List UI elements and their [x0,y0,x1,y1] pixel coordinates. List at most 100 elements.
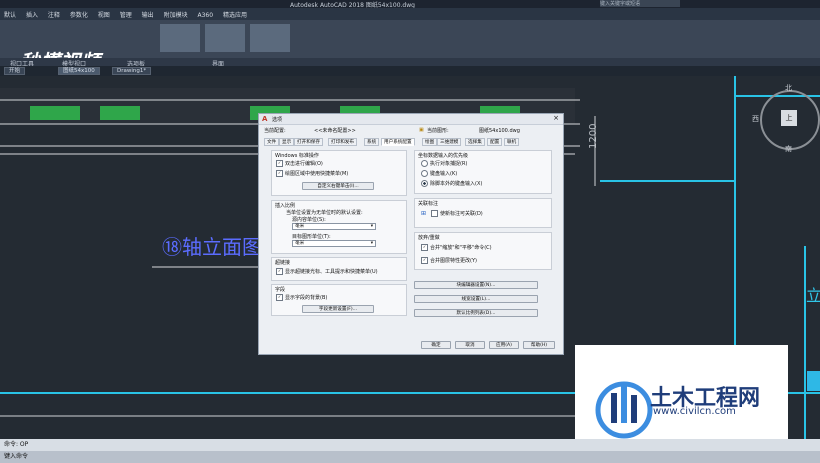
tab-selection[interactable]: 选择集 [465,138,485,146]
menu-item-output[interactable]: 输出 [142,10,154,19]
priority-group: 坐标数据输入的优先级 执行对象捕捉(R) 键盘输入(K) 除脚本外的键盘输入(X… [414,150,552,194]
menu-item-featured[interactable]: 精选应用 [223,10,247,19]
default-scale-list-button[interactable]: 默认比例列表(D)... [414,309,538,317]
current-profile-value: <<未命名配置>> [314,128,356,134]
hyperlink-title: 超链接 [275,260,291,266]
current-drawing-value: 图纸54x100.dwg [479,128,520,134]
dialog-title: 选项 [272,117,283,123]
compass-south: 南 [785,145,792,153]
assoc-dim-title: 关联标注 [418,201,439,207]
tab-3d-modeling[interactable]: 三维建模 [437,138,462,146]
side-label: 立 [806,286,820,305]
target-units-value: 毫米 [295,241,305,246]
custom-right-click-button[interactable]: 自定义右键单击(I)... [302,182,374,190]
priority-option-keyboard-except-scripts[interactable]: 除脚本外的键盘输入(X) [421,180,482,187]
dialog-title-bar: A 选项 × [259,114,563,125]
menu-item-view[interactable]: 视图 [98,10,110,19]
file-tab-drawing1[interactable]: Drawing1* [112,67,152,75]
axis-elevation-title: ⑱轴立面图 [162,235,262,259]
dblclick-edit-label: 双击进行编辑(O) [285,161,323,167]
shortcut-menu-label: 绘图区域中使用快捷菜单(M) [285,171,349,177]
viewcube-top[interactable]: 上 [781,110,797,126]
menu-item-annotate[interactable]: 注释 [48,10,60,19]
dblclick-edit-checkbox[interactable]: ✓ 双击进行编辑(O) [276,160,323,167]
priority-option-osnap-label: 执行对象捕捉(R) [430,161,468,167]
current-drawing-label: 当前图形: [427,128,449,134]
menu-item-addins[interactable]: 附加模块 [164,10,188,19]
lineweight-settings-button[interactable]: 线宽设置(L)... [414,295,538,303]
command-input[interactable]: 键入命令 [0,451,820,463]
priority-option-keyboard-except-scripts-label: 除脚本外的键盘输入(X) [430,181,483,187]
ribbon: 秒懂视频 [0,20,820,74]
insert-scale-desc: 当单位设置为无单位时的默认设置: [286,210,363,216]
compass-north: 北 [785,84,792,92]
tab-profiles[interactable]: 配置 [487,138,503,146]
windows-standard-group: Windows 标准操作 ✓ 双击进行编辑(O) ✓ 绘图区域中使用快捷菜单(M) … [271,150,407,196]
insert-scale-group: 插入比例 当单位设置为无单位时的默认设置: 源内容单位(S): 毫米 ▾ 目标图形… [271,200,407,254]
assoc-dim-label: 使新标注可关联(D) [440,211,483,217]
field-background-checkbox[interactable]: ✓ 显示字段的背景(B) [276,294,327,301]
file-tab-start[interactable]: 开始 [4,67,26,75]
priority-option-osnap[interactable]: 执行对象捕捉(R) [421,160,467,167]
ribbon-group-labels: 视口工具 模型视口 选项板 界面 [0,58,820,68]
dimension-icon: ⊞ [421,210,427,217]
priority-option-keyboard[interactable]: 键盘输入(K) [421,170,457,177]
drawing-file-icon: ▣ [419,127,424,133]
insert-scale-title: 插入比例 [275,203,296,209]
menu-item-insert[interactable]: 插入 [26,10,38,19]
field-background-label: 显示字段的背景(B) [285,295,328,301]
ribbon-button-interface[interactable] [250,24,290,52]
title-bar: Autodesk AutoCAD 2018 图纸54x100.dwg 键入关键字… [0,0,820,9]
help-button[interactable]: 帮助(H) [523,341,555,349]
tab-drafting[interactable]: 绘图 [422,138,438,146]
tab-open-save[interactable]: 打开和保存 [294,138,323,146]
tab-user-preferences[interactable]: 用户系统配置 [381,138,415,146]
command-history: 命令: OP [0,439,820,451]
field-group: 字段 ✓ 显示字段的背景(B) 字段更新设置(F)... [271,284,407,316]
hyperlink-group: 超链接 ✓ 显示超链接光标、工具提示和快捷菜单(U) [271,257,407,281]
apply-button[interactable]: 应用(A) [489,341,519,349]
tab-files[interactable]: 文件 [264,138,280,146]
source-units-select[interactable]: 毫米 ▾ [292,223,376,230]
field-update-button[interactable]: 字段更新设置(F)... [302,305,374,313]
compass-west: 西 [752,115,759,123]
target-units-select[interactable]: 毫米 ▾ [292,240,376,247]
tab-display[interactable]: 显示 [279,138,295,146]
undo-title: 放弃/重做 [418,235,440,241]
menu-item-a360[interactable]: A360 [198,12,214,19]
block-editor-settings-button[interactable]: 块编辑器设置(N)... [414,281,538,289]
dimension-text: 1200 [588,123,599,149]
combine-zoom-pan-checkbox[interactable]: ✓ 合并"缩放"和"平移"命令(C) [421,244,492,251]
menu-item-default[interactable]: 默认 [4,10,16,19]
file-tabs: 开始 图纸54x100 Drawing1* [0,66,820,76]
priority-option-keyboard-label: 键盘输入(K) [430,171,458,177]
civil-logo-icon [595,381,653,439]
options-dialog: A 选项 × 当前配置: <<未命名配置>> ▣ 当前图形: 图纸54x100.… [258,113,564,355]
combine-zoom-pan-label: 合并"缩放"和"平移"命令(C) [430,245,492,251]
hyperlink-cursor-label: 显示超链接光标、工具提示和快捷菜单(U) [285,269,378,275]
tab-plot-publish[interactable]: 打印和发布 [328,138,357,146]
current-profile-label: 当前配置: [264,128,286,134]
viewcube-compass[interactable]: 北 南 西 上 [752,84,820,153]
close-icon[interactable]: × [553,114,559,122]
cancel-button[interactable]: 取消 [455,341,485,349]
file-tab-drawing[interactable]: 图纸54x100 [58,67,100,75]
assoc-dim-checkbox[interactable]: 使新标注可关联(D) [431,210,483,217]
autocad-icon: A [262,115,268,123]
ribbon-button-palette[interactable] [205,24,245,52]
search-input[interactable]: 键入关键字或短语 [600,0,680,7]
tab-online[interactable]: 联机 [504,138,520,146]
menu-item-parametric[interactable]: 参数化 [70,10,88,19]
source-units-label: 源内容单位(S): [292,217,326,223]
shortcut-menu-checkbox[interactable]: ✓ 绘图区域中使用快捷菜单(M) [276,170,348,177]
menu-item-manage[interactable]: 管理 [120,10,132,19]
combine-layer-checkbox[interactable]: ✓ 合并图层特性更改(Y) [421,257,477,264]
tab-system[interactable]: 系统 [364,138,380,146]
target-units-label: 目标图形单位(T): [292,234,331,240]
undo-redo-group: 放弃/重做 ✓ 合并"缩放"和"平移"命令(C) ✓ 合并图层特性更改(Y) [414,232,552,270]
ok-button[interactable]: 确定 [421,341,451,349]
ribbon-button-viewport[interactable] [160,24,200,52]
hyperlink-cursor-checkbox[interactable]: ✓ 显示超链接光标、工具提示和快捷菜单(U) [276,268,378,275]
windows-group-title: Windows 标准操作 [275,153,319,159]
combine-layer-label: 合并图层特性更改(Y) [430,258,477,264]
